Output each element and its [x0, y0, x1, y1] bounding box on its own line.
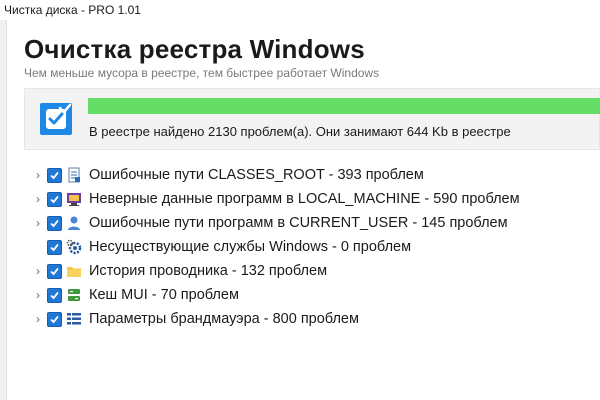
item-checkbox[interactable]: [47, 263, 62, 279]
chevron-right-icon[interactable]: ›: [30, 259, 46, 283]
left-sidebar-edge: [0, 20, 7, 400]
tree-item-label: Кеш MUI - 70 проблем: [89, 287, 239, 303]
check-badge-icon: [40, 103, 72, 135]
registry-issues-tree: › Ошибочные пути CLASSES_ROOT - 393 проб…: [30, 163, 600, 331]
no-expander: [30, 235, 46, 259]
item-checkbox[interactable]: [47, 167, 62, 183]
tree-item-explorer-history[interactable]: › История проводника - 132 проблем: [30, 259, 600, 283]
tree-item-classes-root[interactable]: › Ошибочные пути CLASSES_ROOT - 393 проб…: [30, 163, 600, 187]
tree-item-windows-services[interactable]: Несуществующие службы Windows - 0 пробле…: [30, 235, 600, 259]
tree-item-label: Неверные данные программ в LOCAL_MACHINE…: [89, 191, 520, 207]
file-doc-icon: [66, 167, 82, 183]
cache-icon: [66, 287, 82, 303]
chevron-right-icon[interactable]: ›: [30, 163, 46, 187]
page-subtitle: Чем меньше мусора в реестре, тем быстрее…: [24, 66, 380, 80]
firewall-list-icon: [66, 311, 82, 327]
item-checkbox[interactable]: [47, 191, 62, 207]
item-checkbox[interactable]: [47, 311, 62, 327]
app-window: Чистка диска - PRO 1.01 Очистка реестра …: [0, 0, 600, 400]
chevron-right-icon[interactable]: ›: [30, 211, 46, 235]
page-title: Очистка реестра Windows: [24, 34, 365, 64]
chevron-right-icon[interactable]: ›: [30, 283, 46, 307]
tree-item-firewall[interactable]: › Параметры брандмауэра - 800 проблем: [30, 307, 600, 331]
tree-item-label: Параметры брандмауэра - 800 проблем: [89, 311, 359, 327]
tree-item-label: Несуществующие службы Windows - 0 пробле…: [89, 239, 412, 255]
user-icon: [66, 215, 82, 231]
tree-item-local-machine[interactable]: › Неверные данные программ в LOCAL_MACHI…: [30, 187, 600, 211]
item-checkbox[interactable]: [47, 287, 62, 303]
computer-icon: [66, 191, 82, 207]
gear-icon: [66, 239, 82, 255]
tree-item-mui-cache[interactable]: › Кеш MUI - 70 проблем: [30, 283, 600, 307]
window-titlebar[interactable]: Чистка диска - PRO 1.01: [0, 0, 600, 20]
folder-icon: [66, 263, 82, 279]
tree-item-label: Ошибочные пути программ в CURRENT_USER -…: [89, 215, 508, 231]
tree-item-label: История проводника - 132 проблем: [89, 263, 328, 279]
chevron-right-icon[interactable]: ›: [30, 307, 46, 331]
tree-item-label: Ошибочные пути CLASSES_ROOT - 393 пробле…: [89, 167, 424, 183]
chevron-right-icon[interactable]: ›: [30, 187, 46, 211]
scan-progress-bar: [88, 98, 600, 114]
scan-progress-fill: [88, 98, 600, 114]
window-title: Чистка диска - PRO 1.01: [4, 3, 141, 17]
tree-item-current-user[interactable]: › Ошибочные пути программ в CURRENT_USER…: [30, 211, 600, 235]
item-checkbox[interactable]: [47, 215, 62, 231]
scan-summary-text: В реестре найдено 2130 проблем(а). Они з…: [89, 124, 511, 139]
item-checkbox[interactable]: [47, 239, 62, 255]
